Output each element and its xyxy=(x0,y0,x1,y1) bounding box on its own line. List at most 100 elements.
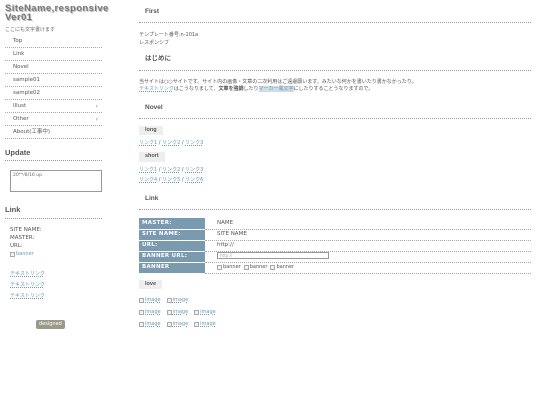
main-content: First テンプレート番号:n-101a レスポンシブ はじめに 当サイトは○… xyxy=(139,8,531,331)
broken-image-icon xyxy=(10,251,15,257)
menu-item-about[interactable]: About(工事中) xyxy=(5,126,102,139)
banner-url-input[interactable]: http:// xyxy=(217,252,329,260)
image-alt: image xyxy=(172,321,189,328)
designed-badge[interactable]: designed xyxy=(36,320,65,329)
image-alt: image xyxy=(172,297,189,304)
url-value: http:// xyxy=(205,240,531,252)
intro-line2: テキストリンクはこうなりまして、文章を強調したりマーカー風文字にしたりすることう… xyxy=(139,86,531,94)
image-row: image image xyxy=(139,295,531,307)
text-link[interactable]: テキストリンク xyxy=(139,86,174,92)
image-alt: image xyxy=(200,309,216,316)
image-link[interactable]: image xyxy=(194,321,216,328)
novel-link[interactable]: リンク3 xyxy=(185,140,203,146)
link-separator: / xyxy=(158,176,161,183)
menu-item-top[interactable]: Top xyxy=(5,35,102,48)
chevron-right-icon: › xyxy=(95,115,98,123)
novel-link[interactable]: リンク3 xyxy=(185,167,203,173)
image-link[interactable]: image xyxy=(166,297,189,304)
broken-image-icon xyxy=(194,322,200,328)
banner-image: banner xyxy=(270,264,294,271)
banner-list: banner banner banner xyxy=(217,264,531,271)
main-menu: Top Link Novel sample01 sample02 Illust ›… xyxy=(5,35,102,139)
text-link[interactable]: テキストリンク xyxy=(10,291,102,302)
template-number: テンプレート番号:n-101a xyxy=(139,32,199,39)
broken-image-icon xyxy=(139,322,144,328)
image-link[interactable]: image xyxy=(166,309,189,316)
banner-alt: banner xyxy=(276,264,295,271)
image-alt: image xyxy=(145,321,161,328)
table-row: BANNER banner banner banner xyxy=(139,262,531,274)
marker-text: マーカー風文字 xyxy=(258,86,294,93)
table-row: URL: http:// xyxy=(139,240,531,252)
image-link[interactable]: image xyxy=(139,309,161,316)
intro-text-part: したり xyxy=(243,86,259,93)
menu-label: Top xyxy=(13,37,23,44)
banner-image: banner xyxy=(10,250,102,258)
image-link[interactable]: image xyxy=(139,297,161,304)
url-label: URL: xyxy=(10,243,23,249)
chevron-right-icon: › xyxy=(95,102,98,110)
novel-short: short xyxy=(139,152,531,162)
long-links: リンク1 / リンク2 / リンク3 xyxy=(139,138,531,148)
menu-item-sample02[interactable]: sample02 xyxy=(5,87,102,100)
bold-text: 文章を強調 xyxy=(218,86,244,93)
site-name-label: SITE NAME: xyxy=(139,229,205,241)
menu-item-link[interactable]: Link xyxy=(5,48,102,61)
image-row: image image image xyxy=(139,319,531,331)
intro-text-part: にしたりすることうなりますので。 xyxy=(293,86,374,93)
novel-link[interactable]: リンク1 xyxy=(139,167,157,173)
text-link[interactable]: テキストリンク xyxy=(10,269,102,280)
url-label: URL: xyxy=(139,240,205,252)
link-separator: / xyxy=(181,140,184,147)
intro-text: 当サイトは○○サイトです。サイト内の画像・文章の二次利用はご遠慮願います。みたい… xyxy=(139,79,531,94)
banner-alt: banner xyxy=(223,264,241,271)
broken-image-icon xyxy=(139,298,144,304)
menu-label: About(工事中) xyxy=(13,128,51,135)
short-links-row1: リンク1 / リンク2 / リンク3 xyxy=(139,165,531,175)
text-link[interactable]: テキストリンク xyxy=(10,280,102,291)
banner-url-label: BANNER URL: xyxy=(139,251,205,263)
menu-label: Novel xyxy=(13,63,29,70)
site-title[interactable]: SiteName,responsive Ver01 xyxy=(5,4,108,23)
broken-image-icon xyxy=(166,298,172,304)
menu-item-other[interactable]: Other › xyxy=(5,113,102,126)
novel-link[interactable]: リンク6 xyxy=(185,177,203,183)
first-content: テンプレート番号:n-101a レスポンシブ xyxy=(139,32,531,47)
banner-label: BANNER xyxy=(139,262,205,274)
novel-link[interactable]: リンク2 xyxy=(162,167,180,173)
banner-url-cell: http:// xyxy=(205,251,531,263)
image-grid: image image image image image image imag… xyxy=(139,295,531,331)
table-row: MASTER: NAME xyxy=(139,218,531,230)
novel-link[interactable]: リンク4 xyxy=(139,177,157,183)
link-separator: / xyxy=(181,166,184,173)
broken-image-icon xyxy=(243,265,249,271)
link-separator: / xyxy=(181,176,184,183)
short-links-row2: リンク4 / リンク5 / リンク6 xyxy=(139,175,531,185)
novel-link[interactable]: リンク2 xyxy=(162,140,180,146)
short-label: short xyxy=(139,152,165,162)
site-subtitle: ここにも文字書けます xyxy=(5,27,56,33)
banner-image: banner xyxy=(243,264,267,271)
link-separator: / xyxy=(158,140,161,147)
menu-item-novel[interactable]: Novel xyxy=(5,61,102,74)
image-row: image image image xyxy=(139,307,531,319)
novel-link[interactable]: リンク5 xyxy=(162,177,180,183)
table-row: SITE NAME: SITE NAME xyxy=(139,229,531,241)
broken-image-icon xyxy=(166,322,172,328)
image-link[interactable]: image xyxy=(194,309,216,316)
link-section-heading: Link xyxy=(139,195,531,211)
menu-label: Illust xyxy=(13,102,27,109)
menu-item-illust[interactable]: Illust › xyxy=(5,100,102,113)
table-row: BANNER URL: http:// xyxy=(139,251,531,263)
image-link[interactable]: image xyxy=(139,321,161,328)
menu-item-sample01[interactable]: sample01 xyxy=(5,74,102,87)
update-textarea[interactable]: 20**/8/16 up xyxy=(10,170,102,193)
image-link[interactable]: image xyxy=(166,321,189,328)
text-links: テキストリンク テキストリンク テキストリンク xyxy=(10,269,102,302)
broken-image-icon xyxy=(270,265,276,271)
long-label: long xyxy=(139,126,163,136)
novel-link[interactable]: リンク1 xyxy=(139,140,157,146)
image-alt: image xyxy=(172,309,189,316)
menu-label: sample02 xyxy=(13,89,40,96)
link-separator: / xyxy=(158,166,161,173)
